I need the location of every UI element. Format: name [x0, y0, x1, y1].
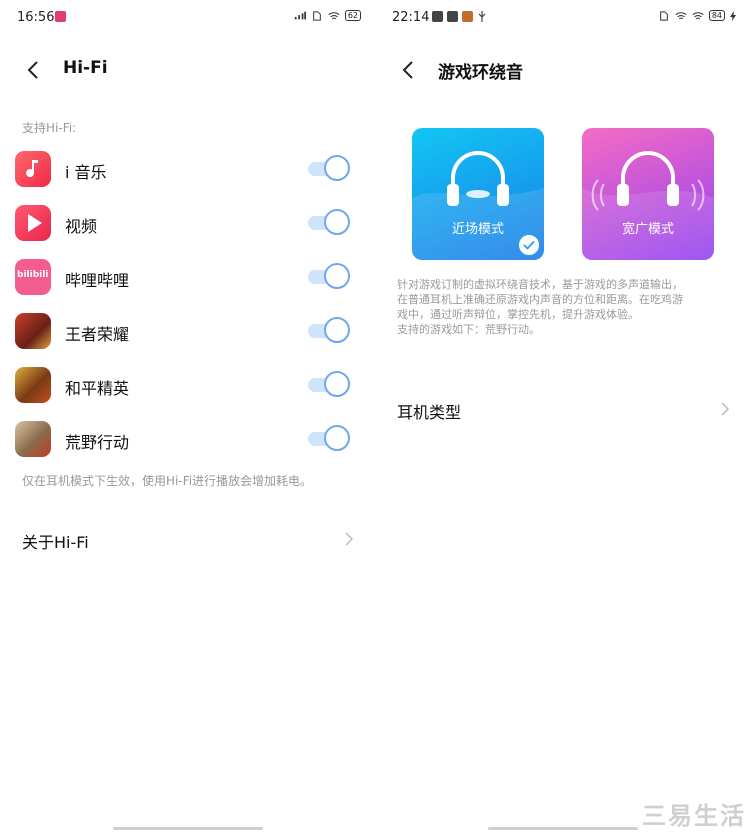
bilibili-logo-icon: bilibili [15, 259, 51, 295]
watermark-logo: 三易生活 [642, 802, 746, 830]
game-soldier-icon [15, 367, 51, 403]
status-icons: 62 [294, 10, 361, 21]
description-line: 在普通耳机上准确还原游戏内声音的方位和距离。在吃鸡游 [397, 293, 683, 306]
selected-check-icon [518, 234, 540, 256]
page-title: 游戏环绕音 [438, 63, 523, 83]
app-name: 荒野行动 [65, 433, 130, 452]
wifi-icon [692, 11, 704, 19]
app-header: 游戏环绕音 [375, 48, 750, 92]
mail-notification-icon [447, 11, 458, 22]
app-name: 视频 [65, 217, 98, 236]
sim-icon [659, 10, 668, 21]
description-line: 支持的游戏如下：荒野行动。 [397, 323, 540, 336]
section-label: 支持Hi-Fi: [22, 121, 77, 135]
app-notification-icon [432, 11, 443, 22]
earphone-type-label: 耳机类型 [397, 403, 462, 422]
wifi-icon [328, 11, 340, 19]
app-notification-icon [55, 11, 66, 22]
wifi-icon [675, 11, 687, 19]
charging-icon [730, 10, 736, 21]
sound-wave-icon [591, 179, 705, 211]
back-arrow-icon[interactable] [397, 58, 421, 82]
surround-description: 针对游戏订制的虚拟环绕音技术，基于游戏的多声道输出， 在普通耳机上准确还原游戏内… [397, 277, 727, 337]
signal-icon [294, 11, 306, 19]
music-note-icon [15, 151, 51, 187]
app-name: i 音乐 [65, 163, 107, 182]
app-header: Hi-Fi [0, 48, 375, 92]
chevron-right-icon [345, 532, 354, 546]
hifi-toggle-honor-of-kings[interactable] [308, 317, 350, 343]
home-indicator[interactable] [488, 827, 638, 830]
app-row-knives-out: 荒野行动 [0, 421, 375, 475]
description-line: 戏中，通过听声辩位，掌控先机，提升游戏体验。 [397, 308, 639, 321]
hifi-toggle-bilibili[interactable] [308, 263, 350, 289]
sim-icon [312, 10, 321, 21]
back-arrow-icon[interactable] [22, 58, 46, 82]
status-bar: 16:56 62 [0, 0, 375, 36]
description-line: 针对游戏订制的虚拟环绕音技术，基于游戏的多声道输出， [397, 278, 683, 291]
battery-icon: 84 [708, 10, 725, 21]
hifi-toggle-knives-out[interactable] [308, 425, 350, 451]
bilibili-logo-text: bilibili [17, 270, 49, 280]
app-row-honor-of-kings: 王者荣耀 [0, 313, 375, 367]
game-surround-screen: 22:14 84 游戏环绕音 近场模式 宽广模式 针对游戏订制的虚拟环绕音技术，… [375, 0, 750, 833]
app-name: 王者荣耀 [65, 325, 130, 344]
chevron-right-icon [721, 402, 730, 416]
status-icons: 84 [658, 10, 736, 21]
notification-icons [55, 11, 66, 22]
status-time: 22:14 [392, 10, 430, 25]
game-hero-icon [15, 313, 51, 349]
page-title: Hi-Fi [63, 58, 108, 78]
notification-icons [432, 11, 487, 22]
game-notification-icon [462, 11, 473, 22]
hifi-note: 仅在耳机模式下生效，使用Hi-Fi进行播放会增加耗电。 [22, 474, 313, 488]
hifi-toggle-video[interactable] [308, 209, 350, 235]
app-row-video: 视频 [0, 205, 375, 259]
status-bar: 22:14 84 [375, 0, 750, 36]
app-row-peacekeeper-elite: 和平精英 [0, 367, 375, 421]
home-indicator[interactable] [113, 827, 263, 830]
game-wild-icon [15, 421, 51, 457]
hifi-screen: 16:56 62 Hi-Fi 支持Hi-Fi: i 音乐 视频 bilibili [0, 0, 375, 833]
app-row-bilibili: bilibili 哔哩哔哩 [0, 259, 375, 313]
play-icon [15, 205, 51, 241]
status-time: 16:56 [17, 10, 55, 25]
mode-label: 宽广模式 [621, 222, 674, 237]
earphone-type-item[interactable]: 耳机类型 [375, 387, 750, 431]
usb-icon [478, 11, 486, 22]
hifi-toggle-imusic[interactable] [308, 155, 350, 181]
hifi-toggle-peacekeeper-elite[interactable] [308, 371, 350, 397]
app-row-imusic: i 音乐 [0, 151, 375, 205]
app-name: 和平精英 [65, 379, 130, 398]
headphones-icon [447, 151, 509, 206]
about-hifi-item[interactable]: 关于Hi-Fi [0, 517, 375, 561]
wide-mode-card[interactable]: 宽广模式 [582, 128, 714, 260]
near-field-mode-card[interactable]: 近场模式 [412, 128, 544, 260]
app-name: 哔哩哔哩 [65, 271, 130, 290]
about-hifi-label: 关于Hi-Fi [22, 533, 89, 552]
battery-icon: 62 [344, 10, 361, 21]
